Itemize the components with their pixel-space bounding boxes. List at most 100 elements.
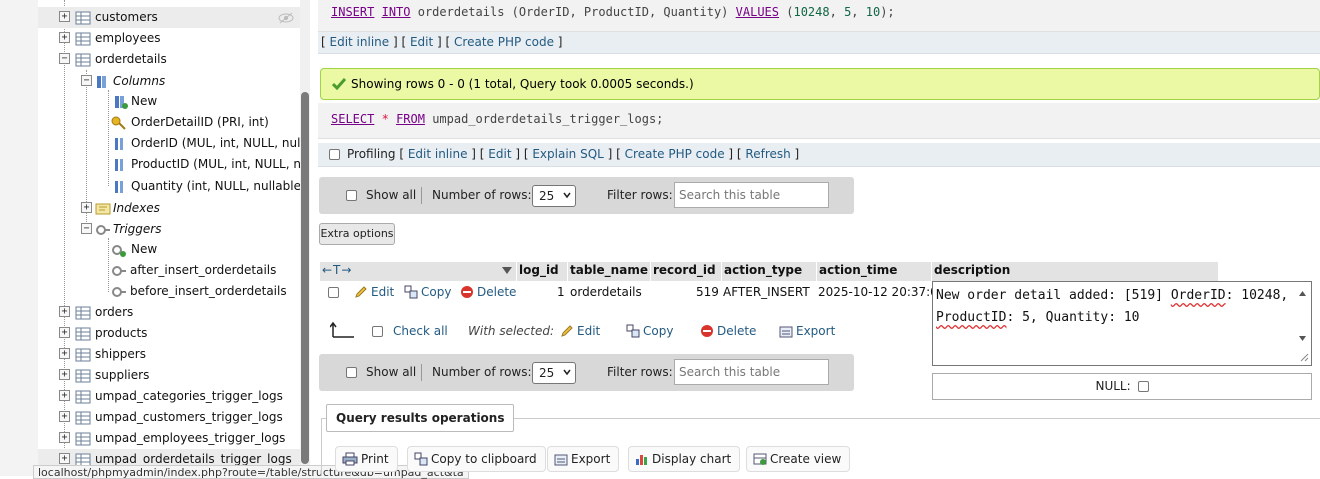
create-php-link[interactable]: Create PHP code [625,147,725,161]
eye-hide-icon[interactable] [278,10,294,26]
expand-icon[interactable]: + [59,390,70,401]
column-icon [115,181,123,193]
collapse-icon[interactable]: − [81,223,92,234]
nav-table-employees[interactable]: + employees [38,28,300,49]
create-view-button[interactable]: Create view [746,446,851,472]
expand-icon[interactable]: + [59,327,70,338]
nav-columns-group[interactable]: − Columns [38,71,300,92]
show-all-checkbox[interactable] [346,190,357,201]
nav-column-item[interactable]: OrderID (MUL, int, NULL, nullable) [38,133,310,154]
cell-table_name[interactable]: orderdetails [570,285,642,299]
number-of-rows-label: Number of rows: [432,365,532,379]
nav-trigger-item[interactable]: before_insert_orderdetails [38,281,300,302]
edit-inline-link[interactable]: Edit inline [330,35,390,49]
nav-table-employees-logs[interactable]: + umpad_employees_trigger_logs [38,428,300,449]
nav-column-item[interactable]: OrderDetailID (PRI, int) [38,112,300,133]
col-header-log_id[interactable]: log_id [517,262,567,281]
bulk-export-button[interactable]: Export [779,324,835,338]
nav-new-label: New [131,242,158,256]
check-all-label[interactable]: Check all [393,324,448,338]
cell-record_id[interactable]: 519 [696,285,719,299]
nav-table-customers[interactable]: + customers [38,7,300,28]
cell-action_type[interactable]: AFTER_INSERT [723,285,810,299]
expand-icon[interactable]: + [59,348,70,359]
collapse-icon[interactable]: − [59,53,70,64]
nav-triggers-group[interactable]: − Triggers [38,219,300,240]
nav-table-orderdetails[interactable]: − orderdetails [38,49,300,70]
null-checkbox[interactable] [1137,381,1149,392]
nav-trigger-item[interactable]: after_insert_orderdetails [38,260,300,281]
nav-scrollbar[interactable] [300,0,310,476]
copy-to-clipboard-button[interactable]: Copy to clipboard [407,446,546,472]
edit-link[interactable]: Edit [410,35,433,49]
col-header-record_id[interactable]: record_id [651,262,721,281]
edit-inline-link[interactable]: Edit inline [408,147,468,161]
bulk-delete-button[interactable]: Delete [700,324,756,338]
expand-icon[interactable]: + [59,411,70,422]
chevron-down-icon [563,369,571,376]
row-checkbox[interactable] [328,287,339,298]
sort-caret-icon[interactable] [502,267,512,275]
description-textarea[interactable]: New order detail added: [519] OrderID: 1… [932,281,1312,366]
row-edit-button[interactable]: Edit [354,285,394,299]
collapse-icon[interactable]: − [81,75,92,86]
col-header-description[interactable]: description [932,262,1218,281]
expand-icon[interactable]: + [59,453,70,464]
nav-column-item[interactable]: Quantity (int, NULL, nullable) [38,176,306,197]
col-header-action_time[interactable]: action_time [817,262,931,281]
trigger-icon [112,266,126,276]
nav-new-column[interactable]: New [38,91,300,112]
nav-table-label: employees [95,31,161,45]
expand-icon[interactable]: + [59,32,70,43]
expand-icon[interactable]: + [59,306,70,317]
expand-icon[interactable]: + [81,202,92,213]
extra-options-button[interactable]: Extra options [319,223,395,245]
number-of-rows-select[interactable]: 25 [532,185,576,207]
nav-table-products[interactable]: + products [38,323,300,344]
delete-icon [701,325,713,337]
expand-icon[interactable]: + [59,11,70,22]
create-php-link[interactable]: Create PHP code [454,35,554,49]
nav-table-shippers[interactable]: + shippers [38,344,300,365]
export-button[interactable]: Export [547,446,620,472]
nav-table-suppliers[interactable]: + suppliers [38,365,300,386]
bulk-edit-button[interactable]: Edit [560,324,600,338]
nav-indexes-group[interactable]: + Indexes [38,198,300,219]
textarea-scrollbar[interactable] [1294,282,1311,365]
number-of-rows-select[interactable]: 25 [532,362,576,384]
display-chart-label: Display chart [652,452,732,466]
filter-rows-label: Filter rows: [607,188,673,202]
pencil-icon [355,286,367,298]
row-delete-button[interactable]: Delete [460,285,516,299]
nav-column-item[interactable]: ProductID (MUL, int, NULL, nullable) [38,154,310,175]
sql-keyword: INTO [381,5,411,19]
filter-rows-input[interactable]: Search this table [674,359,829,385]
bulk-copy-button[interactable]: Copy [626,324,673,338]
profiling-checkbox[interactable] [329,149,340,160]
check-all-checkbox[interactable] [372,326,383,337]
expand-icon[interactable]: + [59,369,70,380]
col-header-table_name[interactable]: table_name [568,262,650,281]
table-icon [75,390,91,404]
refresh-link[interactable]: Refresh [745,147,790,161]
show-all-checkbox[interactable] [346,367,357,378]
table-icon [75,53,91,67]
nav-table-orders[interactable]: + orders [38,302,300,323]
column-resize-icon[interactable]: ←T→ [322,263,352,277]
expand-icon[interactable]: + [59,432,70,443]
cell-log_id[interactable]: 1 [557,285,565,299]
print-button[interactable]: Print [335,446,398,472]
cell-action_time[interactable]: 2025-10-12 20:37:00 [818,285,945,299]
display-chart-button[interactable]: Display chart [628,446,741,472]
null-toggle[interactable]: NULL: [932,373,1312,400]
filter-rows-input[interactable]: Search this table [674,182,829,208]
nav-scrollbar-thumb[interactable] [301,92,309,464]
edit-link[interactable]: Edit [488,147,511,161]
nav-table-categories-logs[interactable]: + umpad_categories_trigger_logs [38,386,300,407]
nav-table-customers-logs[interactable]: + umpad_customers_trigger_logs [38,407,300,428]
explain-sql-link[interactable]: Explain SQL [532,147,604,161]
nav-new-trigger[interactable]: New [38,239,300,260]
filter-rows-label: Filter rows: [607,365,673,379]
row-copy-button[interactable]: Copy [404,285,451,299]
col-header-action_type[interactable]: action_type [722,262,816,281]
